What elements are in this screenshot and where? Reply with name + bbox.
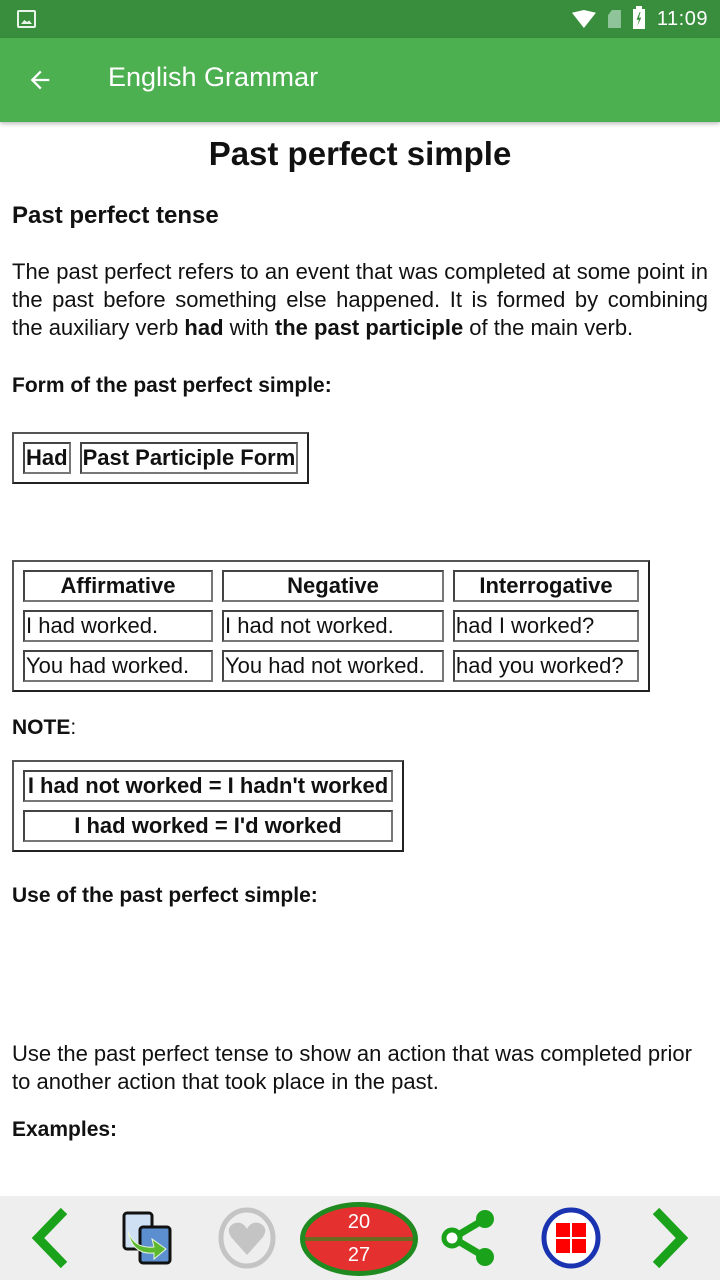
app-bar: English Grammar — [0, 38, 720, 122]
note-label: NOTE: — [12, 716, 708, 740]
total-pages: 27 — [347, 1244, 371, 1266]
switch-copy-icon — [122, 1211, 172, 1265]
column-header: Negative — [222, 570, 444, 602]
table-cell: You had not worked. — [222, 650, 444, 682]
intro-text: of the main verb. — [463, 315, 634, 340]
table-row: Had Past Participle Form — [23, 442, 299, 474]
intro-bold-participle: the past participle — [274, 315, 464, 340]
share-icon — [441, 1210, 494, 1266]
intro-text: with — [223, 315, 275, 340]
intro-paragraph: The past perfect refers to an event that… — [12, 258, 708, 342]
app-title: English Grammar — [108, 62, 319, 92]
table-cell: had I worked? — [453, 610, 639, 642]
back-button[interactable] — [18, 58, 62, 102]
use-paragraph: Use the past perfect tense to show an ac… — [12, 1041, 692, 1094]
note-colon: : — [70, 716, 77, 739]
column-header: Interrogative — [453, 570, 639, 602]
note-cell: I had worked = I'd worked — [23, 810, 393, 842]
form-cell: Past Participle Form — [79, 442, 299, 474]
status-bar: 11:09 — [0, 0, 720, 38]
next-button[interactable] — [642, 1196, 698, 1280]
examples-label: Examples: — [12, 1118, 118, 1141]
status-icons: 11:09 — [571, 0, 708, 38]
section-heading: Past perfect tense — [12, 202, 219, 229]
chevron-right-icon — [652, 1207, 689, 1269]
table-row: I had worked. I had not worked. had I wo… — [23, 610, 639, 642]
previous-button[interactable] — [22, 1196, 78, 1280]
form-table: Had Past Participle Form — [12, 432, 310, 484]
table-row: I had worked = I'd worked — [23, 810, 393, 842]
table-row: I had not worked = I hadn't worked — [23, 770, 393, 802]
share-button[interactable] — [438, 1196, 502, 1280]
note-table: I had not worked = I hadn't worked I had… — [12, 760, 404, 852]
heart-icon — [218, 1207, 276, 1269]
use-heading: Use of the past perfect simple: — [12, 884, 318, 907]
current-page: 20 — [347, 1211, 371, 1233]
table-cell: You had worked. — [23, 650, 213, 682]
table-cell: I had not worked. — [222, 610, 444, 642]
wifi-icon — [571, 10, 596, 28]
intro-bold-had: had — [184, 315, 224, 340]
form-heading: Form of the past perfect simple: — [12, 374, 332, 397]
column-header: Affirmative — [23, 570, 213, 602]
status-time: 11:09 — [656, 7, 708, 30]
battery-charging-icon — [632, 6, 645, 29]
conjugation-table: Affirmative Negative Interrogative I had… — [12, 560, 650, 692]
menu-button[interactable] — [538, 1196, 604, 1280]
page-title: Past perfect simple — [208, 135, 512, 172]
arrow-left-icon — [30, 70, 50, 90]
page-counter[interactable]: 20 27 — [300, 1202, 418, 1276]
lesson-content[interactable]: Past perfect simple Past perfect tense T… — [0, 122, 720, 1196]
favorite-button[interactable] — [214, 1196, 280, 1280]
table-cell: had you worked? — [453, 650, 639, 682]
note-cell: I had not worked = I hadn't worked — [23, 770, 393, 802]
switch-language-button[interactable] — [116, 1196, 180, 1280]
form-cell: Had — [23, 442, 71, 474]
table-cell: I had worked. — [23, 610, 213, 642]
table-row: You had worked. You had not worked. had … — [23, 650, 639, 682]
grid-menu-icon — [541, 1207, 601, 1269]
counter-divider — [305, 1237, 413, 1241]
no-sim-icon — [607, 10, 621, 28]
chevron-left-icon — [31, 1207, 68, 1269]
gallery-icon — [17, 10, 36, 28]
table-header-row: Affirmative Negative Interrogative — [23, 570, 639, 602]
bottom-toolbar: 20 27 — [0, 1196, 720, 1280]
note-label-text: NOTE — [12, 716, 71, 739]
